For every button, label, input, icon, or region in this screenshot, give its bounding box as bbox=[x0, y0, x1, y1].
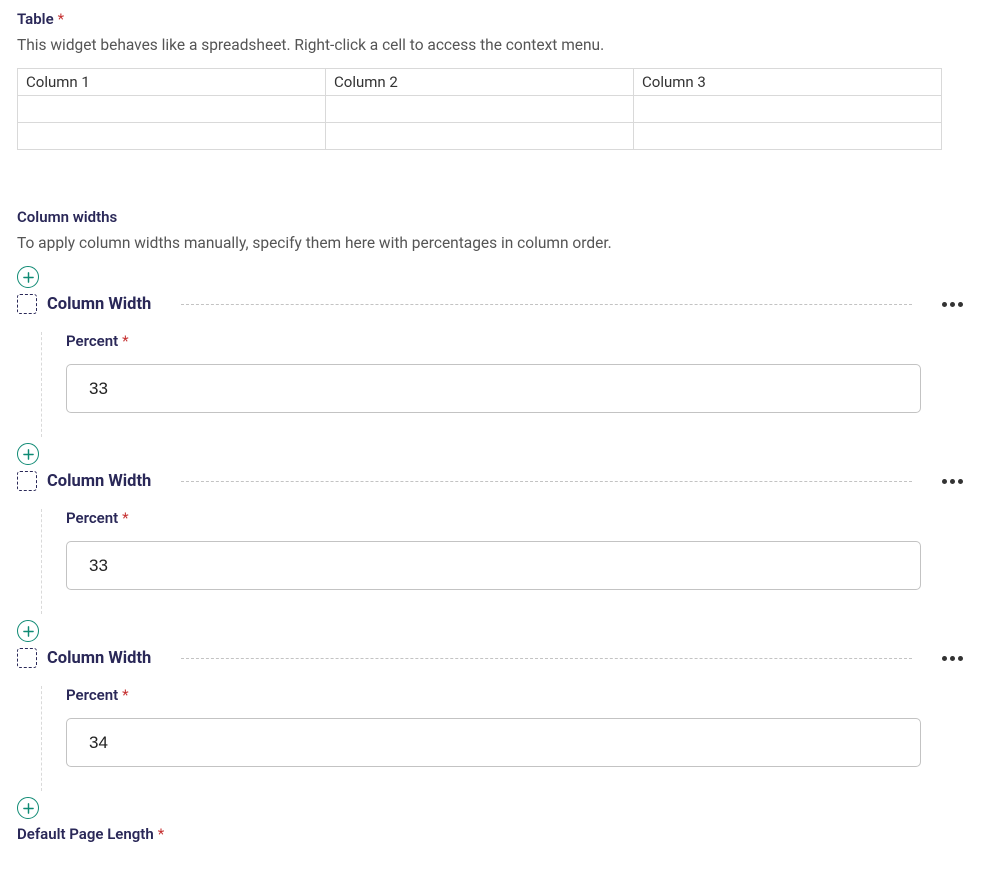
default-page-length-label: Default Page Length* bbox=[17, 825, 973, 843]
column-widths-help: To apply column widths manually, specify… bbox=[17, 234, 973, 252]
required-asterisk: * bbox=[158, 825, 164, 843]
drag-handle-icon[interactable] bbox=[17, 648, 37, 668]
block-title: Column Width bbox=[47, 295, 151, 314]
percent-input[interactable] bbox=[66, 718, 921, 767]
percent-field-label: Percent* bbox=[66, 686, 973, 704]
column-width-block: Column Width Percent* bbox=[17, 471, 973, 614]
column-width-block: Column Width Percent* bbox=[17, 648, 973, 791]
table-cell[interactable] bbox=[634, 123, 942, 150]
percent-input[interactable] bbox=[66, 364, 921, 413]
more-options-button[interactable] bbox=[932, 479, 973, 484]
plus-icon bbox=[23, 449, 34, 460]
percent-field-label: Percent* bbox=[66, 509, 973, 527]
table-field-label: Table* bbox=[17, 10, 973, 28]
plus-icon bbox=[23, 626, 34, 637]
required-asterisk: * bbox=[122, 332, 128, 350]
add-column-width-button[interactable] bbox=[17, 797, 39, 819]
table-cell[interactable] bbox=[18, 123, 326, 150]
add-column-width-button[interactable] bbox=[17, 443, 39, 465]
column-header[interactable]: Column 3 bbox=[634, 69, 942, 96]
dots-icon bbox=[942, 656, 947, 661]
dots-icon bbox=[942, 479, 947, 484]
table-cell[interactable] bbox=[326, 123, 634, 150]
more-options-button[interactable] bbox=[932, 656, 973, 661]
percent-input[interactable] bbox=[66, 541, 921, 590]
add-column-width-button[interactable] bbox=[17, 266, 39, 288]
add-column-width-button[interactable] bbox=[17, 620, 39, 642]
required-asterisk: * bbox=[122, 509, 128, 527]
plus-icon bbox=[23, 272, 34, 283]
required-asterisk: * bbox=[122, 686, 128, 704]
spreadsheet-table[interactable]: Column 1 Column 2 Column 3 bbox=[17, 68, 942, 150]
more-options-button[interactable] bbox=[932, 302, 973, 307]
table-label-text: Table bbox=[17, 10, 54, 28]
block-title: Column Width bbox=[47, 649, 151, 668]
plus-icon bbox=[23, 803, 34, 814]
drag-handle-icon[interactable] bbox=[17, 294, 37, 314]
divider-line bbox=[181, 658, 912, 659]
column-header[interactable]: Column 1 bbox=[18, 69, 326, 96]
divider-line bbox=[181, 304, 912, 305]
table-help-text: This widget behaves like a spreadsheet. … bbox=[17, 36, 973, 54]
percent-field-label: Percent* bbox=[66, 332, 973, 350]
divider-line bbox=[181, 481, 912, 482]
drag-handle-icon[interactable] bbox=[17, 471, 37, 491]
required-asterisk: * bbox=[58, 10, 64, 28]
table-cell[interactable] bbox=[326, 96, 634, 123]
block-title: Column Width bbox=[47, 472, 151, 491]
column-header[interactable]: Column 2 bbox=[326, 69, 634, 96]
dots-icon bbox=[942, 302, 947, 307]
column-widths-label: Column widths bbox=[17, 208, 973, 226]
table-cell[interactable] bbox=[18, 96, 326, 123]
table-cell[interactable] bbox=[634, 96, 942, 123]
column-width-block: Column Width Percent* bbox=[17, 294, 973, 437]
